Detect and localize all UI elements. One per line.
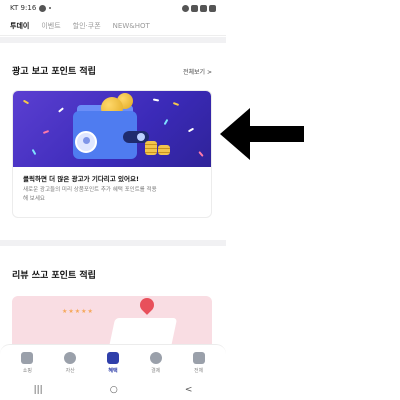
review-points-section-title: 리뷰 쓰고 포인트 적립 <box>12 271 96 281</box>
signal-icon <box>200 4 207 12</box>
nav-label: 전체 <box>193 367 204 374</box>
status-bar: KT 9:16 <box>0 0 226 16</box>
nav-item-benefits[interactable]: 혜택 <box>93 351 133 374</box>
section-divider <box>0 37 226 43</box>
tab-discount-coupon[interactable]: 할인·쿠폰 <box>73 21 101 31</box>
bottom-navigation: 쇼핑 자산 혜택 결제 전체 <box>0 344 226 380</box>
tab-today[interactable]: 투데이 <box>10 21 29 31</box>
coin-stack-icon <box>158 145 170 155</box>
ad-card-description-line: 새로운 광고들의 미리 상품포인트 추가 혜택 포인트를 적용 <box>23 187 157 193</box>
nav-item-assets[interactable]: 자산 <box>50 351 90 374</box>
nav-item-payment[interactable]: 결제 <box>136 351 176 374</box>
ad-card-description: 새로운 광고들의 미리 상품포인트 추가 혜택 포인트를 적용 해 보세요 <box>23 186 201 204</box>
back-button[interactable]: < <box>185 385 193 395</box>
ad-points-section-title: 광고 보고 포인트 적립 <box>12 67 96 77</box>
benefit-icon <box>106 351 119 364</box>
payment-icon <box>149 351 162 364</box>
system-navigation-bar: ||| ○ < <box>0 380 226 400</box>
category-tabs: 투데이 이벤트 할인·쿠폰 NEW&HOT <box>0 16 226 36</box>
ad-banner-image <box>13 91 211 167</box>
pointing-arrow-icon <box>220 108 304 160</box>
nav-label: 쇼핑 <box>22 367 32 374</box>
menu-icon <box>192 351 205 364</box>
location-pin-icon <box>137 296 157 315</box>
tab-event[interactable]: 이벤트 <box>41 21 60 31</box>
recent-apps-button[interactable]: ||| <box>34 385 43 395</box>
see-all-link[interactable]: 전체보기 > <box>183 67 212 76</box>
tab-new-hot[interactable]: NEW&HOT <box>113 22 150 30</box>
nav-label: 결제 <box>151 367 161 374</box>
nav-label: 자산 <box>65 367 75 374</box>
nav-item-all[interactable]: 전체 <box>179 351 219 374</box>
wallet-icon <box>21 351 34 364</box>
battery-icon <box>209 4 216 12</box>
mute-icon <box>182 4 189 12</box>
carrier-time: KT 9:16 <box>10 4 37 12</box>
ad-points-card[interactable]: 클릭하면 더 많은 광고가 기다리고 있어요! 새로운 광고들의 미리 상품포인… <box>12 90 212 218</box>
more-notifications-icon <box>49 7 52 9</box>
nav-item-shopping[interactable]: 쇼핑 <box>7 351 47 374</box>
ad-card-description-line: 해 보세요 <box>23 196 45 202</box>
notification-icon <box>39 4 47 12</box>
phone-screen: KT 9:16 투데이 이벤트 할인·쿠폰 NEW&HOT 광고 보고 포인트 … <box>0 0 226 400</box>
pie-chart-icon <box>64 351 77 364</box>
section-divider <box>0 240 226 246</box>
rating-stars-icon: ★★★★★ <box>62 308 94 315</box>
wifi-icon <box>191 4 198 12</box>
coin-stack-icon <box>145 141 157 155</box>
avatar-icon <box>75 131 97 153</box>
nav-label: 혜택 <box>108 367 118 374</box>
ad-card-title: 클릭하면 더 많은 광고가 기다리고 있어요! <box>23 175 139 183</box>
home-button[interactable]: ○ <box>110 385 118 395</box>
